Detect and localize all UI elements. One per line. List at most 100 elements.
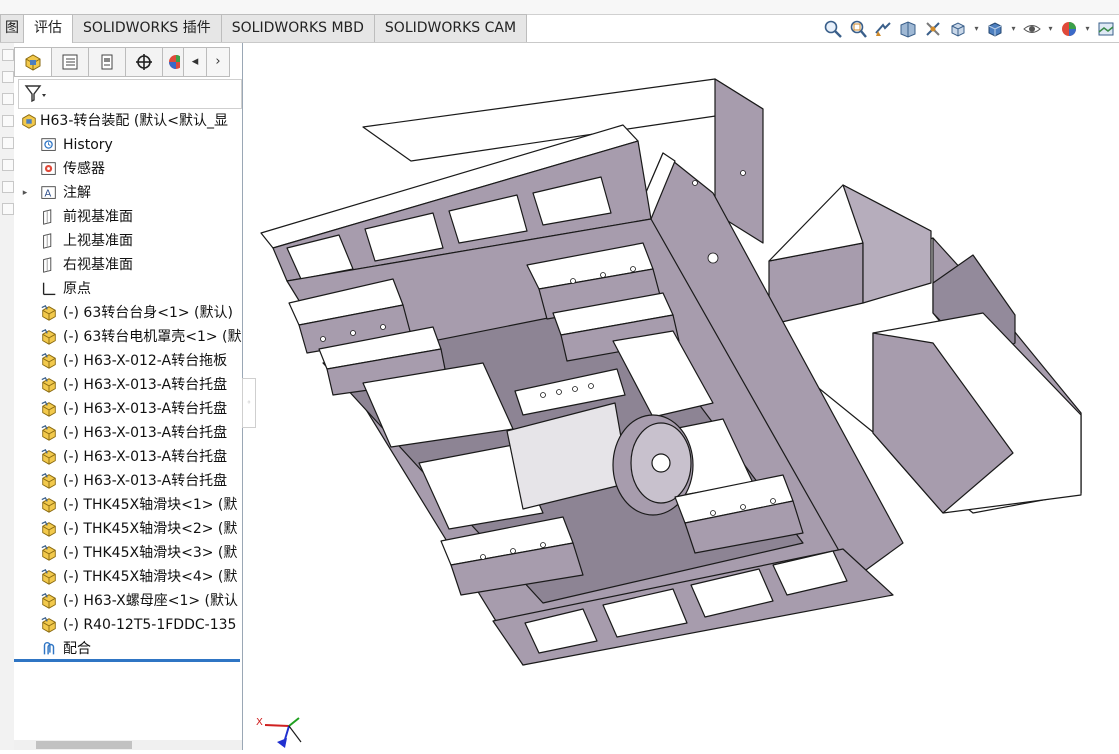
hide-show-icon[interactable] [1021, 17, 1043, 41]
panel-tabs: ◂ › [14, 47, 242, 77]
tree-item[interactable]: History [14, 133, 242, 157]
toolbar-button[interactable] [2, 71, 14, 83]
scrollbar-thumb[interactable] [36, 741, 132, 749]
tree-item-label: (-) H63-X-013-A转台托盘 [63, 377, 228, 393]
graphics-viewport[interactable] [243, 43, 1119, 750]
previous-view-icon[interactable] [872, 17, 894, 41]
assembly-model [260, 78, 1082, 666]
toolbar-button[interactable] [2, 115, 14, 127]
tree-item[interactable]: 上视基准面 [14, 229, 242, 253]
tree-items: History 传感器 ▸ A 注解 前视基准面 上视基准面 右视基准面 原点 (-) 63转台台… [14, 133, 242, 661]
tree-item[interactable]: (-) H63-X-013-A转台托盘 [14, 469, 242, 493]
part-icon [41, 568, 56, 585]
triad-x-label: X [256, 717, 263, 728]
zoom-to-fit-icon[interactable] [822, 17, 844, 41]
tree-root-assembly[interactable]: H63-转台装配 (默认<默认_显 [14, 109, 242, 133]
part-icon [41, 496, 56, 513]
tree-item[interactable]: (-) 63转台电机罩壳<1> (默 [14, 325, 242, 349]
tree-item[interactable]: (-) H63-X-013-A转台托盘 [14, 397, 242, 421]
tree-item[interactable]: 前视基准面 [14, 205, 242, 229]
expand-arrow-icon[interactable]: ▸ [20, 181, 30, 205]
feature-manager-tab[interactable] [14, 47, 52, 77]
chevron-down-icon[interactable]: ▾ [1046, 17, 1055, 41]
part-icon [41, 592, 56, 609]
tab-evaluate[interactable]: 评估 [23, 14, 73, 43]
configuration-manager-tab[interactable] [88, 47, 126, 77]
tree-item[interactable]: (-) H63-X-013-A转台托盘 [14, 373, 242, 397]
display-style-icon[interactable] [984, 17, 1006, 41]
chevron-down-icon[interactable]: ▾ [1009, 17, 1018, 41]
tab-solidworks-cam[interactable]: SOLIDWORKS CAM [373, 14, 528, 42]
tree-item-label: 右视基准面 [63, 257, 133, 273]
display-manager-tab[interactable] [162, 47, 184, 77]
tree-item[interactable]: ▸ A 注解 [14, 181, 242, 205]
origin-icon [42, 282, 56, 296]
horizontal-scrollbar[interactable] [14, 740, 242, 750]
tree-item[interactable]: 配合 [14, 637, 242, 661]
part-icon [41, 616, 56, 633]
tree-item-label: (-) THK45X轴滑块<1> (默 [63, 497, 238, 513]
chevron-left-icon[interactable]: ◂ [183, 47, 207, 77]
tree-item-label: (-) THK45X轴滑块<3> (默 [63, 545, 238, 561]
svg-text:A: A [45, 189, 52, 200]
heads-up-view-toolbar: ▾ ▾ ▾ ▾ [822, 17, 1117, 41]
view-orientation-icon[interactable] [947, 17, 969, 41]
tab-view-partial[interactable]: 图 [0, 14, 24, 42]
tree-item[interactable]: 右视基准面 [14, 253, 242, 277]
part-icon [41, 472, 56, 489]
tree-item[interactable]: (-) H63-X螺母座<1> (默认 [14, 589, 242, 613]
configuration-icon [101, 54, 113, 70]
toolbar-button[interactable] [2, 93, 14, 105]
toolbar-button[interactable] [2, 159, 14, 171]
tree-item[interactable]: (-) 63转台台身<1> (默认) [14, 301, 242, 325]
part-icon [41, 352, 56, 369]
chevron-down-icon[interactable]: ▾ [972, 17, 981, 41]
toolbar-button[interactable] [2, 137, 14, 149]
dynamic-annotation-icon[interactable] [922, 17, 944, 41]
toolbar-button[interactable] [2, 181, 14, 193]
tree-filter-field[interactable] [18, 79, 242, 109]
tree-item-label: (-) H63-X-013-A转台托盘 [63, 449, 228, 465]
toolbar-button[interactable] [2, 49, 14, 61]
tree-item-label: 配合 [63, 641, 91, 657]
apply-scene-icon[interactable] [1095, 17, 1117, 41]
part-icon [41, 448, 56, 465]
part-icon [41, 424, 56, 441]
command-tabs: 图 评估 SOLIDWORKS 插件 SOLIDWORKS MBD SOLIDW… [0, 14, 528, 43]
rotary-hub [651, 453, 671, 473]
tree-item-label: (-) H63-X螺母座<1> (默认 [63, 593, 238, 609]
tree-item[interactable]: (-) H63-X-012-A转台拖板 [14, 349, 242, 373]
tree-rollback-bar[interactable] [14, 659, 240, 662]
tree-item[interactable]: (-) THK45X轴滑块<4> (默 [14, 565, 242, 589]
property-manager-tab[interactable] [51, 47, 89, 77]
part-icon [41, 520, 56, 537]
tree-item[interactable]: (-) R40-12T5-1FDDC-135 [14, 613, 242, 637]
plane-icon [43, 209, 52, 225]
tree-item-label: 原点 [63, 281, 91, 297]
tree-item[interactable]: 传感器 [14, 157, 242, 181]
tree-item-label: (-) H63-X-013-A转台托盘 [63, 473, 228, 489]
zoom-to-area-icon[interactable] [847, 17, 869, 41]
dimxpert-manager-tab[interactable] [125, 47, 163, 77]
tree-item[interactable]: (-) THK45X轴滑块<1> (默 [14, 493, 242, 517]
chevron-right-icon[interactable]: › [206, 47, 230, 77]
toolbar-button[interactable] [2, 203, 14, 215]
tree-item-label: (-) 63转台台身<1> (默认) [63, 305, 233, 321]
toolbar-strip [0, 0, 1119, 15]
tree-item-label: (-) THK45X轴滑块<2> (默 [63, 521, 238, 537]
tree-item-label: 传感器 [63, 161, 105, 177]
part-icon [41, 376, 56, 393]
tree-item[interactable]: (-) H63-X-013-A转台托盘 [14, 421, 242, 445]
tree-item[interactable]: 原点 [14, 277, 242, 301]
tab-solidworks-mbd[interactable]: SOLIDWORKS MBD [220, 14, 375, 42]
edit-appearance-icon[interactable] [1058, 17, 1080, 41]
section-view-icon[interactable] [897, 17, 919, 41]
chevron-down-icon[interactable]: ▾ [1083, 17, 1092, 41]
tree-item[interactable]: (-) H63-X-013-A转台托盘 [14, 445, 242, 469]
tree-item[interactable]: (-) THK45X轴滑块<3> (默 [14, 541, 242, 565]
property-list-icon [62, 54, 78, 70]
tab-solidworks-addins[interactable]: SOLIDWORKS 插件 [72, 14, 222, 42]
part-icon [41, 304, 56, 321]
part-icon [41, 400, 56, 417]
tree-item[interactable]: (-) THK45X轴滑块<2> (默 [14, 517, 242, 541]
